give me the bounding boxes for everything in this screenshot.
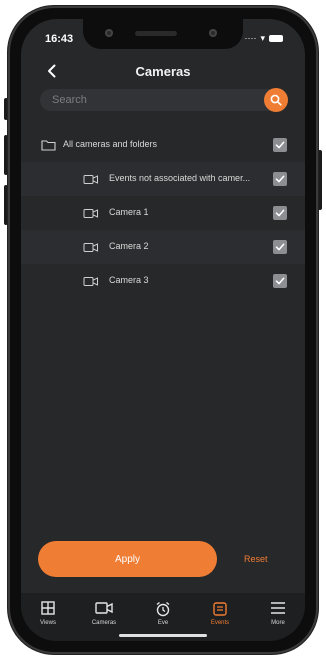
reset-button[interactable]: Reset [244, 554, 268, 564]
checkmark-icon [275, 277, 285, 285]
checkbox-camera-2[interactable] [273, 240, 287, 254]
search-icon [270, 94, 282, 106]
checkmark-icon [275, 141, 285, 149]
signal-icon: ···· [244, 33, 257, 43]
checkmark-icon [275, 175, 285, 183]
checkbox-camera-3[interactable] [273, 274, 287, 288]
status-bar: 16:43 ···· ▾ [21, 19, 305, 53]
search-placeholder: Search [52, 94, 87, 106]
status-time: 16:43 [45, 33, 74, 45]
events-icon [213, 602, 227, 616]
tab-more[interactable]: More [253, 601, 303, 626]
navigation-header: Cameras [21, 53, 305, 89]
list-item-label: Events not associated with camer... [109, 173, 251, 183]
list-item-label: Camera 1 [109, 207, 149, 217]
checkbox-camera-1[interactable] [273, 206, 287, 220]
checkmark-icon [275, 243, 285, 251]
tab-label: Views [40, 620, 56, 626]
checkbox-events-not-associated[interactable] [273, 172, 287, 186]
home-indicator[interactable] [119, 634, 207, 637]
checkmark-icon [275, 209, 285, 217]
app-screen: 16:43 ···· ▾ Cameras Search All cameras … [21, 19, 305, 641]
status-icons: ···· ▾ [244, 32, 283, 44]
camera-outline-icon [83, 240, 99, 254]
tab-views[interactable]: Views [23, 601, 73, 626]
tab-cameras[interactable]: Cameras [79, 601, 129, 626]
camera-outline-icon [83, 172, 99, 186]
alarm-clock-icon [156, 601, 170, 617]
list-item-camera-2[interactable]: Camera 2 [21, 230, 305, 264]
folder-icon [41, 138, 57, 152]
wifi-icon: ▾ [260, 33, 265, 43]
phone-frame: 16:43 ···· ▾ Cameras Search All cameras … [8, 6, 318, 654]
tab-events[interactable]: Events [195, 601, 245, 626]
menu-icon [271, 602, 285, 614]
apply-button[interactable]: Apply [38, 541, 217, 577]
page-title: Cameras [135, 64, 191, 79]
power-button [318, 150, 322, 210]
camera-icon [95, 602, 113, 614]
list-item-label: Camera 2 [109, 241, 149, 251]
search-button[interactable] [264, 88, 288, 112]
list-item-label: All cameras and folders [63, 139, 158, 149]
checkbox-all-cameras[interactable] [273, 138, 287, 152]
tab-label: Events [210, 620, 230, 626]
camera-outline-icon [83, 206, 99, 220]
tab-label: Eve [157, 620, 169, 626]
search-input[interactable]: Search [40, 88, 288, 112]
battery-icon [269, 34, 283, 42]
list-item-all-cameras[interactable]: All cameras and folders [21, 128, 305, 162]
tab-label: Cameras [91, 620, 117, 626]
camera-outline-icon [83, 274, 99, 288]
list-item-camera-3[interactable]: Camera 3 [21, 264, 305, 298]
tab-label: More [271, 620, 285, 626]
list-item-label: Camera 3 [109, 275, 149, 285]
list-item-camera-1[interactable]: Camera 1 [21, 196, 305, 230]
list-item-events-not-associated[interactable]: Events not associated with camer... [21, 162, 305, 196]
tab-eve[interactable]: Eve [138, 601, 188, 626]
grid-icon [41, 601, 55, 615]
